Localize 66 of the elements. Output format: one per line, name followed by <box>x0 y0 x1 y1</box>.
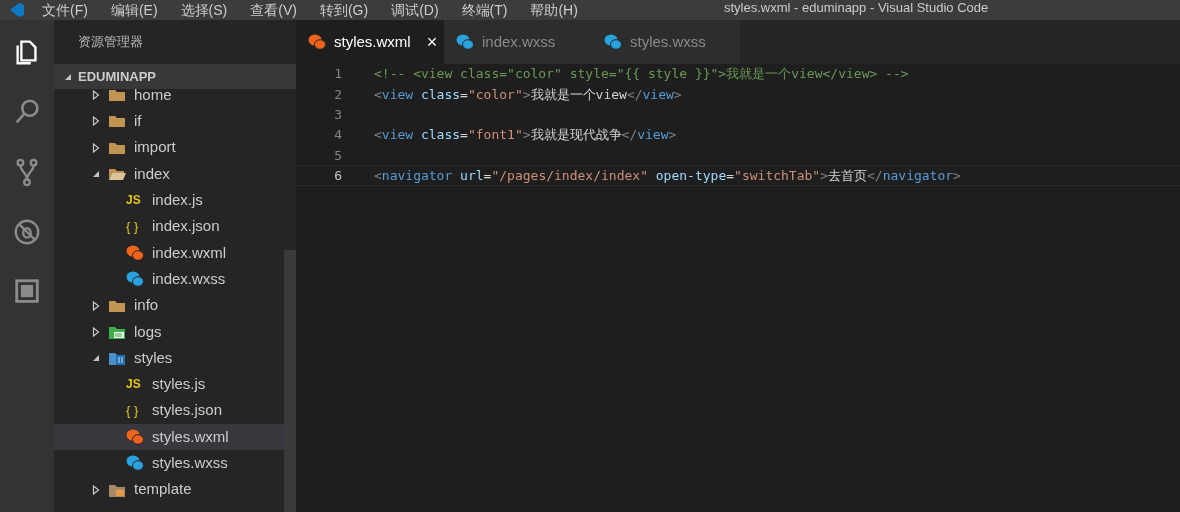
editor-tab[interactable]: styles.wxml × <box>296 20 444 64</box>
chat-bubbles-icon <box>604 34 622 50</box>
js-icon: JS <box>126 194 144 207</box>
chat-bubbles-icon <box>456 34 474 50</box>
file-item[interactable]: { } index.json <box>54 213 284 240</box>
code-line: <navigator url="/pages/index/index" open-type="switchTab">去首页</navigator> <box>374 166 961 185</box>
menu-item[interactable]: 帮助(H) <box>530 3 578 17</box>
file-item[interactable]: { } styles.json <box>54 397 284 424</box>
folder-item[interactable]: styles <box>54 344 284 372</box>
folder-icon <box>108 140 126 155</box>
folder-item[interactable]: template <box>54 476 284 503</box>
code-line: <view class="font1">我就是现代战争</view> <box>374 126 677 145</box>
braces-icon: { } <box>126 220 144 234</box>
collapsed-arrow-icon <box>92 300 100 311</box>
file-item[interactable]: JS styles.js <box>54 371 284 398</box>
folder-icon <box>108 350 126 367</box>
collapsed-arrow-icon <box>92 484 100 495</box>
menu-item[interactable]: 文件(F) <box>42 3 88 17</box>
folder-item[interactable]: import <box>54 134 284 161</box>
expanded-arrow-icon <box>64 72 72 81</box>
file-item[interactable]: JS index.js <box>54 187 284 214</box>
menu-item[interactable]: 终端(T) <box>461 3 508 17</box>
chat-bubbles-icon <box>126 429 144 445</box>
chat-bubbles-icon <box>126 455 144 472</box>
chat-bubbles-icon <box>126 271 144 288</box>
folder-item[interactable]: index <box>54 160 284 188</box>
line-number: 2 <box>333 85 342 104</box>
collapsed-arrow-icon <box>92 142 100 153</box>
menu-item[interactable]: 转到(G) <box>319 3 369 17</box>
window-title: styles.wxml - eduminapp - Visual Studio Code <box>724 1 989 14</box>
folder-icon <box>108 114 126 129</box>
braces-icon: { } <box>126 404 144 418</box>
scrollbar[interactable] <box>284 250 296 512</box>
expanded-arrow-icon <box>92 170 100 179</box>
collapsed-arrow-icon <box>92 90 100 101</box>
menu-item[interactable]: 调试(D) <box>391 3 439 17</box>
editor-tab[interactable]: index.wxss <box>444 20 592 64</box>
editor-tab[interactable]: styles.wxss <box>592 20 740 64</box>
line-number: 3 <box>333 106 342 124</box>
folder-item[interactable]: logs <box>54 318 284 345</box>
project-header[interactable]: EDUMINAPP <box>54 64 296 89</box>
expanded-arrow-icon <box>92 354 100 363</box>
open-folder-icon <box>108 167 126 182</box>
menu-item[interactable]: 选择(S) <box>180 3 228 17</box>
chat-bubbles-icon <box>308 34 326 50</box>
js-icon: JS <box>126 378 144 391</box>
menu-item[interactable]: 编辑(E) <box>110 3 158 17</box>
collapsed-arrow-icon <box>92 326 100 337</box>
code-line: <!-- <view class="color" style="{{ style }}">我就是一个view</view> --> <box>374 65 909 84</box>
menu-item[interactable]: 查看(V) <box>250 3 297 17</box>
chat-bubbles-icon <box>126 244 144 261</box>
code-line: <view class="color">我就是一个view</view> <box>374 85 682 104</box>
line-number: 1 <box>333 65 342 84</box>
file-item[interactable]: index.wxss <box>54 266 284 293</box>
line-number: 6 <box>333 166 342 185</box>
close-icon[interactable]: × <box>426 28 438 56</box>
folder-icon <box>108 298 126 313</box>
collapsed-arrow-icon <box>92 116 100 127</box>
folder-item[interactable]: info <box>54 292 284 319</box>
line-number: 5 <box>333 146 342 165</box>
sidebar-title: 资源管理器 <box>78 33 143 52</box>
file-item[interactable]: styles.wxss <box>54 450 284 477</box>
line-number: 4 <box>333 126 342 145</box>
file-item[interactable]: styles.wxml <box>54 423 284 451</box>
file-item[interactable]: index.wxml <box>54 239 284 267</box>
folder-item[interactable]: if <box>54 108 284 135</box>
